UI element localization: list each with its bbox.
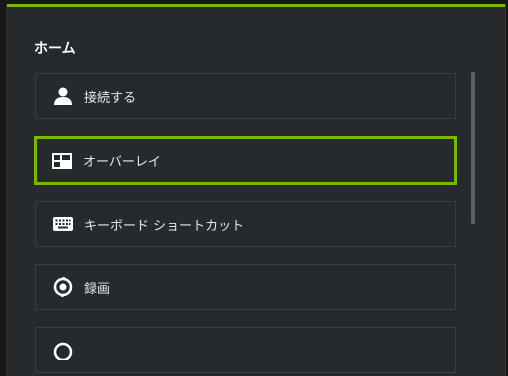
panel-title: ホーム — [34, 41, 76, 57]
home-panel: ホーム 接続する オーバーレイ キーボード ショートカット 録画 — [6, 4, 506, 376]
menu-item-label: 接続する — [84, 90, 137, 106]
accent-bar — [7, 4, 505, 7]
menu-item-record[interactable]: 録画 — [35, 264, 456, 310]
overlay-layout-icon — [51, 150, 73, 172]
person-icon — [52, 85, 74, 107]
menu-item-keyboard-shortcuts[interactable]: キーボード ショートカット — [35, 201, 456, 247]
menu-item-label: 録画 — [84, 281, 111, 297]
menu-item-label: キーボード ショートカット — [84, 218, 245, 234]
scrollbar-thumb[interactable] — [471, 72, 475, 224]
menu-item-overlay[interactable]: オーバーレイ — [34, 136, 457, 185]
record-icon — [52, 276, 74, 298]
menu-item-connect[interactable]: 接続する — [35, 73, 456, 119]
menu-item-partial[interactable] — [35, 327, 456, 373]
menu-item-label: オーバーレイ — [83, 155, 161, 170]
partial-icon — [52, 339, 74, 361]
keyboard-icon — [52, 213, 74, 235]
